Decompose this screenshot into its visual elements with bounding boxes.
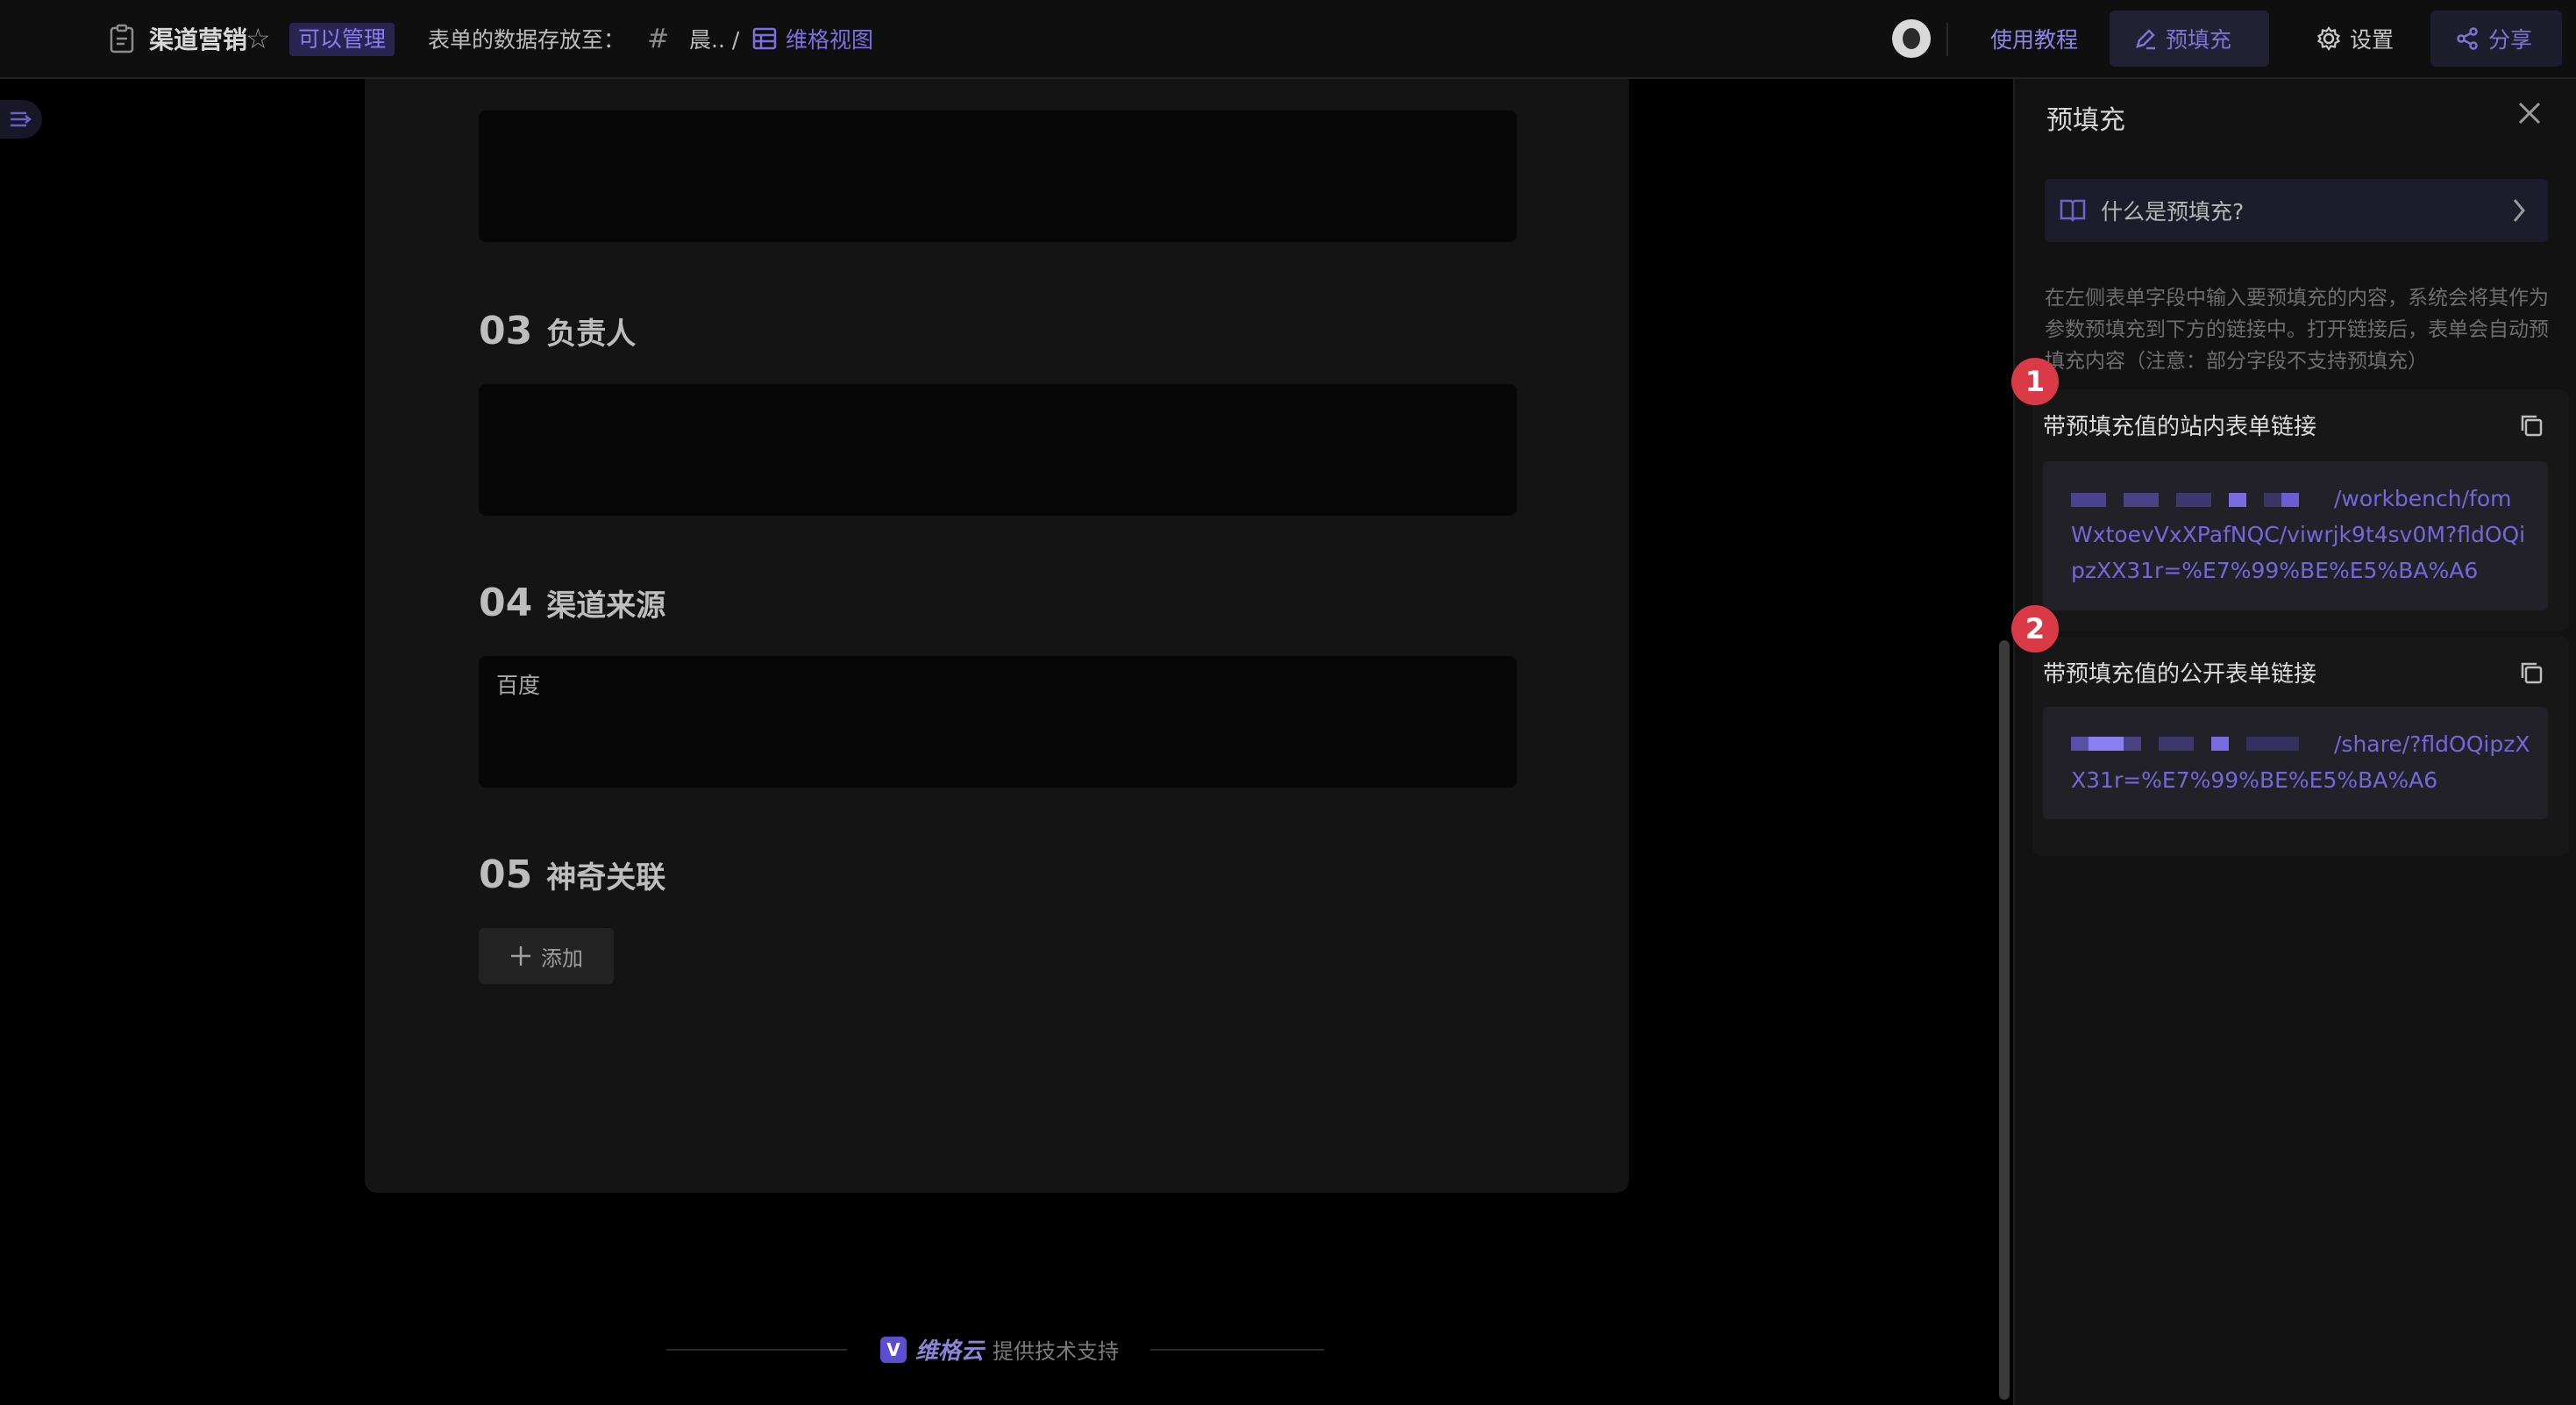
breadcrumb-folder[interactable]: 晨.. / [689,0,739,77]
gear-icon [2316,26,2341,51]
field-name: 渠道来源 [546,588,666,624]
field-title: 03 负责人 [479,309,636,353]
internal-link-text: /workbench/fomWxtoevVxXPafNQC/viwrjk9t4s… [2071,486,2526,583]
internal-link-box[interactable]: /workbench/fomWxtoevVxXPafNQC/viwrjk9t4s… [2043,461,2548,610]
field-title: 05 神奇关联 [479,852,665,897]
footer-line-left [666,1349,847,1351]
star-icon[interactable]: ☆ [246,0,271,77]
what-is-prefill-link[interactable]: 什么是预填充? [2045,179,2548,242]
internal-link-card: 带预填充值的站内表单链接 /workbench/fomWxtoevVxXPafN… [2032,389,2569,631]
sidebar-toggle[interactable] [0,100,42,139]
copy-icon[interactable] [2518,412,2544,442]
brand-name: 维格云 [915,1338,985,1365]
close-icon[interactable] [2515,98,2544,128]
tutorial-link[interactable]: 使用教程 [1990,0,2078,77]
prefill-panel: 预填充 什么是预填充? 在左侧表单字段中输入要预填充的内容，系统会将其作为参数预… [2011,79,2576,1405]
owner-field-input[interactable] [479,384,1517,516]
copy-icon[interactable] [2518,660,2544,689]
top-bar: 渠道营销 ☆ 可以管理 表单的数据存放至： # 晨.. / 维格视图 使用教程 … [0,0,2576,79]
footer-text: 提供技术支持 [993,1339,1120,1364]
panel-title: 预填充 [2046,105,2125,136]
expand-sidebar-icon [11,111,32,127]
share-button[interactable]: 分享 [2430,11,2562,67]
storage-label: 表单的数据存放至： [428,27,626,53]
prefill-label: 预填充 [2166,27,2232,53]
card-title: 带预填充值的站内表单链接 [2043,414,2317,440]
chevron-right-icon [2509,196,2529,228]
brand-logo-icon: V [880,1336,907,1363]
step-badge: 1 [2011,358,2059,405]
form-title[interactable]: 渠道营销 [149,0,247,77]
field-number: 05 [479,852,533,897]
public-link-card: 带预填充值的公开表单链接 /share/?fldOQipzXX31r=%E7%9… [2032,637,2569,856]
share-label: 分享 [2488,27,2533,53]
footer-brand[interactable]: V 维格云 提供技术支持 [880,1333,1119,1366]
settings-label: 设置 [2350,27,2395,53]
public-link-box[interactable]: /share/?fldOQipzXX31r=%E7%99%BE%E5%BA%A6 [2043,707,2548,819]
prefill-button[interactable]: 预填充 [2110,11,2269,67]
footer: V 维格云 提供技术支持 [666,1328,1324,1370]
help-text: 什么是预填充? [2101,199,2245,225]
field-title: 04 渠道来源 [479,581,665,625]
form-icon [109,0,139,77]
footer-line-right [1150,1349,1324,1351]
avatar[interactable] [1892,19,1931,58]
form-card: 03 负责人 04 渠道来源 百度 05 神奇关联 添加 [365,79,1629,1193]
add-link-button[interactable]: 添加 [479,928,614,984]
public-link-text: /share/?fldOQipzXX31r=%E7%99%BE%E5%BA%A6 [2071,731,2530,793]
field-input[interactable] [479,111,1517,242]
book-icon [2059,196,2087,226]
field-name: 负责人 [546,317,637,352]
settings-button[interactable]: 设置 [2292,11,2423,67]
field-number: 04 [479,581,533,625]
channel-source-input[interactable]: 百度 [479,656,1517,788]
grid-view-icon [752,0,777,77]
share-icon [2457,27,2478,50]
permission-badge: 可以管理 [289,23,395,56]
view-link[interactable]: 维格视图 [786,0,873,77]
scrollbar[interactable] [1999,640,2010,1400]
divider [1946,23,1948,56]
step-badge: 2 [2011,605,2059,653]
edit-icon [2136,29,2155,50]
field-value: 百度 [496,673,541,698]
datasheet-icon: # [647,23,670,54]
card-title: 带预填充值的公开表单链接 [2043,661,2317,688]
field-number: 03 [479,309,533,353]
field-name: 神奇关联 [546,860,666,895]
prefill-description: 在左侧表单字段中输入要预填充的内容，系统会将其作为参数预填充到下方的链接中。打开… [2045,287,2549,373]
plus-icon [511,946,530,966]
add-label: 添加 [541,945,583,971]
